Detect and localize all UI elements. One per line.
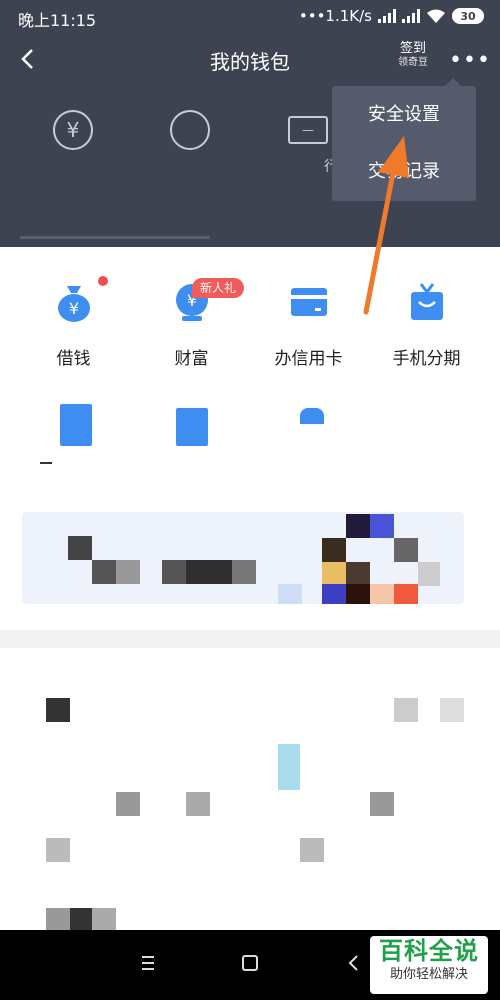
pixel-block — [394, 698, 418, 722]
watermark-title: 百科全说 — [379, 937, 479, 965]
service-label: 办信用卡 — [274, 349, 343, 369]
signal-icon — [378, 9, 396, 23]
pixel-block — [346, 514, 370, 538]
pixel-block — [278, 584, 302, 604]
asset-item-balance[interactable]: ¥ — [23, 110, 123, 162]
header-divider — [20, 236, 210, 239]
service-borrow[interactable]: ¥ 借钱 — [11, 270, 136, 369]
pixel-block — [92, 908, 116, 930]
service-label: 手机分期 — [392, 349, 461, 369]
pixel-block — [370, 584, 394, 604]
checkin-sub-label: 领奇豆 — [398, 57, 428, 68]
pixel-block — [370, 514, 394, 538]
pixel-block — [116, 560, 140, 584]
pixel-block — [300, 838, 324, 862]
service-phone-installment[interactable]: 手机分期 — [364, 270, 489, 369]
pixel-block — [418, 562, 440, 586]
bookmark-icon[interactable] — [176, 408, 208, 446]
new-user-gift-badge: 新人礼 — [192, 278, 245, 298]
services-row-2 — [0, 404, 500, 464]
watermark-subtitle: 助你轻松解决 — [389, 967, 468, 982]
pixel-block — [162, 560, 186, 584]
bank-card-icon: — — [288, 116, 328, 144]
wifi-icon — [427, 9, 445, 23]
coin-purse-icon — [170, 110, 210, 150]
home-icon[interactable] — [240, 952, 260, 978]
pixel-block — [278, 744, 300, 790]
pixel-block — [70, 908, 92, 930]
service-credit-card[interactable]: 办信用卡 — [246, 270, 371, 369]
menu-item-security-settings[interactable]: 安全设置 — [332, 86, 476, 143]
checkin-button[interactable]: 签到 领奇豆 — [398, 42, 428, 70]
pixel-block — [440, 698, 464, 722]
network-speed: •••1.1K/s — [298, 7, 372, 25]
obscured-section — [0, 648, 500, 930]
pixel-block — [322, 584, 346, 604]
pixel-block — [186, 792, 210, 816]
money-bag-icon: ¥ — [52, 276, 108, 324]
pixel-block — [46, 908, 70, 930]
nav-bar: 我的钱包 签到 领奇豆 ••• — [0, 40, 500, 80]
signal-2-icon — [402, 9, 420, 23]
cloud-icon[interactable] — [300, 408, 324, 424]
promo-card[interactable] — [22, 512, 464, 604]
more-icon[interactable]: ••• — [449, 48, 491, 73]
credit-card-icon — [287, 280, 331, 324]
yuan-circle-icon: ¥ — [53, 110, 93, 150]
asset-item-coins[interactable] — [140, 110, 240, 162]
pixel-block — [394, 538, 418, 562]
watermark-logo: 百科全说 助你轻松解决 — [370, 936, 488, 994]
service-label: 借钱 — [56, 349, 91, 369]
service-label: 财富 — [174, 349, 209, 369]
pixel-block — [322, 562, 346, 586]
pixel-block — [92, 560, 116, 584]
svg-text:¥: ¥ — [68, 299, 78, 318]
status-time: 晚上11:15 — [18, 11, 97, 30]
pixel-block — [68, 536, 92, 560]
pixel-block — [322, 538, 346, 562]
status-bar: 晚上11:15 •••1.1K/s 30 — [0, 0, 500, 34]
menu-item-transaction-records[interactable]: 交易记录 — [332, 143, 476, 200]
pixel-block — [346, 584, 370, 604]
pixel-block — [346, 562, 370, 586]
services-grid: ¥ 借钱 ¥ 财富 办信用卡 手机分期 — [0, 270, 500, 380]
pixel-block — [370, 792, 394, 816]
pixel-block — [186, 560, 232, 584]
pixel-block — [232, 560, 256, 584]
menu-icon[interactable] — [140, 952, 156, 978]
popup-menu: 安全设置 交易记录 — [332, 86, 476, 201]
document-icon[interactable] — [60, 404, 92, 446]
pixel-block — [394, 584, 418, 604]
status-right: •••1.1K/s 30 — [299, 7, 484, 25]
shopping-bag-icon — [405, 280, 449, 324]
popup-caret — [445, 78, 461, 86]
pixel-block — [46, 698, 70, 722]
section-divider — [0, 630, 500, 648]
pixel-block — [46, 838, 70, 862]
obscured-text — [40, 462, 52, 464]
battery-icon: 30 — [452, 8, 484, 24]
checkin-label: 签到 — [399, 41, 426, 56]
notification-dot — [97, 276, 108, 286]
pixel-block — [116, 792, 140, 816]
back-icon[interactable] — [346, 952, 362, 978]
